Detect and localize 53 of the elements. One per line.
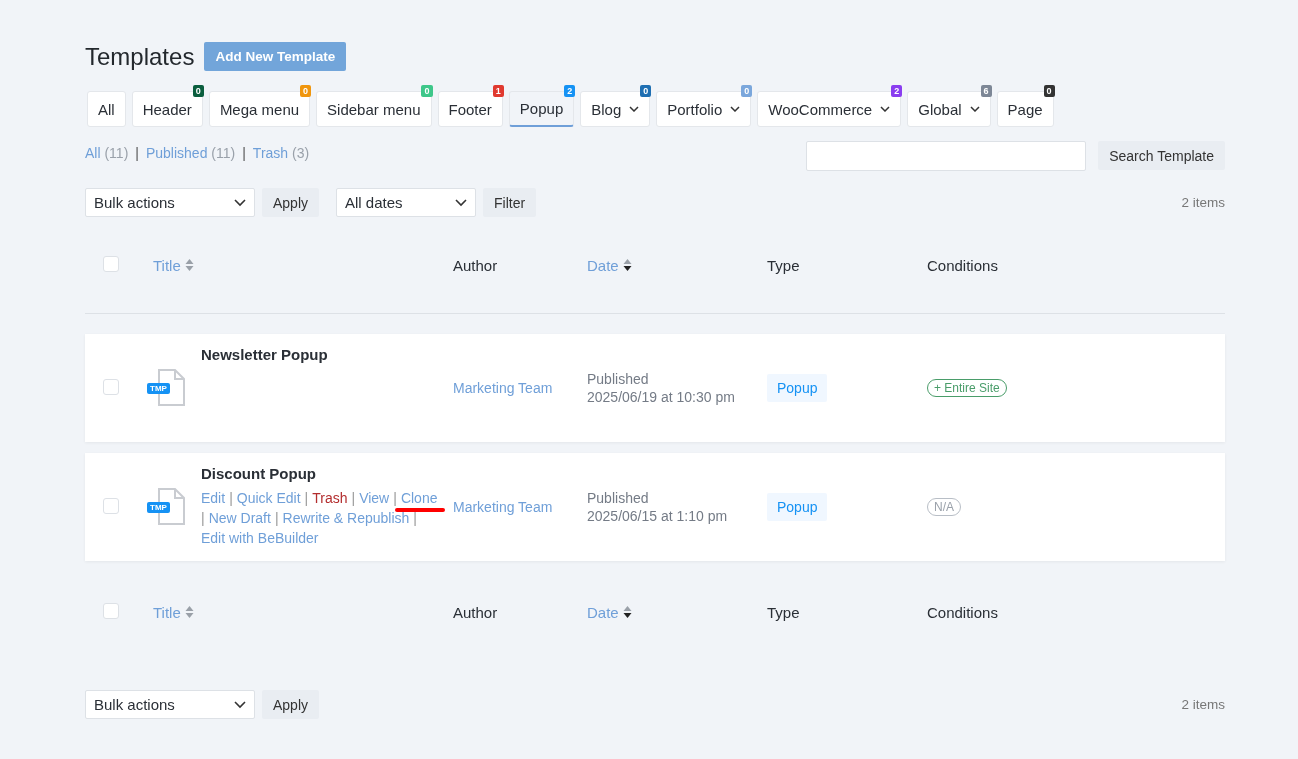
template-title[interactable]: Newsletter Popup	[201, 346, 328, 363]
select-all-checkbox[interactable]	[103, 255, 119, 272]
column-header: Author	[453, 603, 498, 621]
count-badge: 2	[891, 85, 903, 97]
count-badge: 0	[192, 85, 204, 97]
post-status: Published	[587, 490, 649, 506]
post-date: 2025/06/15 at 1:10 pm	[587, 508, 728, 524]
separator: |	[393, 489, 397, 508]
separator: |	[304, 489, 309, 508]
bulk-actions-dropdown[interactable]: Bulk actions	[85, 188, 255, 217]
column-header: Type	[767, 603, 800, 621]
chevron-down-icon	[455, 198, 468, 207]
separator: |	[229, 489, 233, 508]
type-tag: Popup	[767, 493, 828, 521]
separator: |	[274, 509, 279, 528]
filter-tab[interactable]: All	[87, 91, 126, 127]
separator: |	[135, 145, 139, 161]
item-count: 2 items	[1181, 697, 1225, 712]
chevron-down-icon	[234, 198, 246, 207]
select-all-checkbox[interactable]	[103, 602, 119, 619]
row-action-link[interactable]: Trash	[312, 490, 348, 506]
apply-button[interactable]: Apply	[262, 690, 320, 719]
separator: |	[201, 509, 205, 528]
count-badge: 0	[421, 85, 433, 97]
count-badge: 0	[640, 85, 652, 97]
chevron-down-icon	[234, 700, 246, 709]
post-date: 2025/06/19 at 10:30 pm	[587, 389, 735, 405]
search-field[interactable]	[806, 141, 1087, 171]
separator: |	[242, 145, 246, 161]
count-badge: 0	[1043, 85, 1055, 97]
apply-button[interactable]: Apply	[262, 188, 320, 217]
row-checkbox[interactable]	[103, 497, 119, 514]
post-status: Published	[587, 371, 649, 387]
page-title: Templates	[85, 42, 195, 71]
count-badge: 6	[980, 85, 992, 97]
template-title[interactable]: Discount Popup	[201, 465, 441, 482]
count-badge: 0	[300, 85, 312, 97]
count-badge: 0	[741, 85, 753, 97]
filter-button[interactable]: Filter	[483, 188, 537, 217]
type-tag: Popup	[767, 374, 828, 402]
separator: |	[351, 489, 356, 508]
row-checkbox[interactable]	[103, 378, 119, 395]
search-template-button[interactable]: Search Template	[1098, 141, 1225, 170]
column-header: Conditions	[927, 256, 998, 274]
column-header: Author	[453, 256, 498, 274]
column-header: Conditions	[927, 603, 998, 621]
bulk-actions-dropdown[interactable]: Bulk actions	[85, 690, 255, 719]
count-badge: 1	[492, 85, 504, 97]
dates-dropdown[interactable]: All dates	[336, 188, 477, 217]
item-count: 2 items	[1181, 195, 1225, 210]
column-header: Type	[767, 256, 800, 274]
count-badge: 2	[564, 85, 576, 97]
separator: |	[413, 509, 417, 528]
